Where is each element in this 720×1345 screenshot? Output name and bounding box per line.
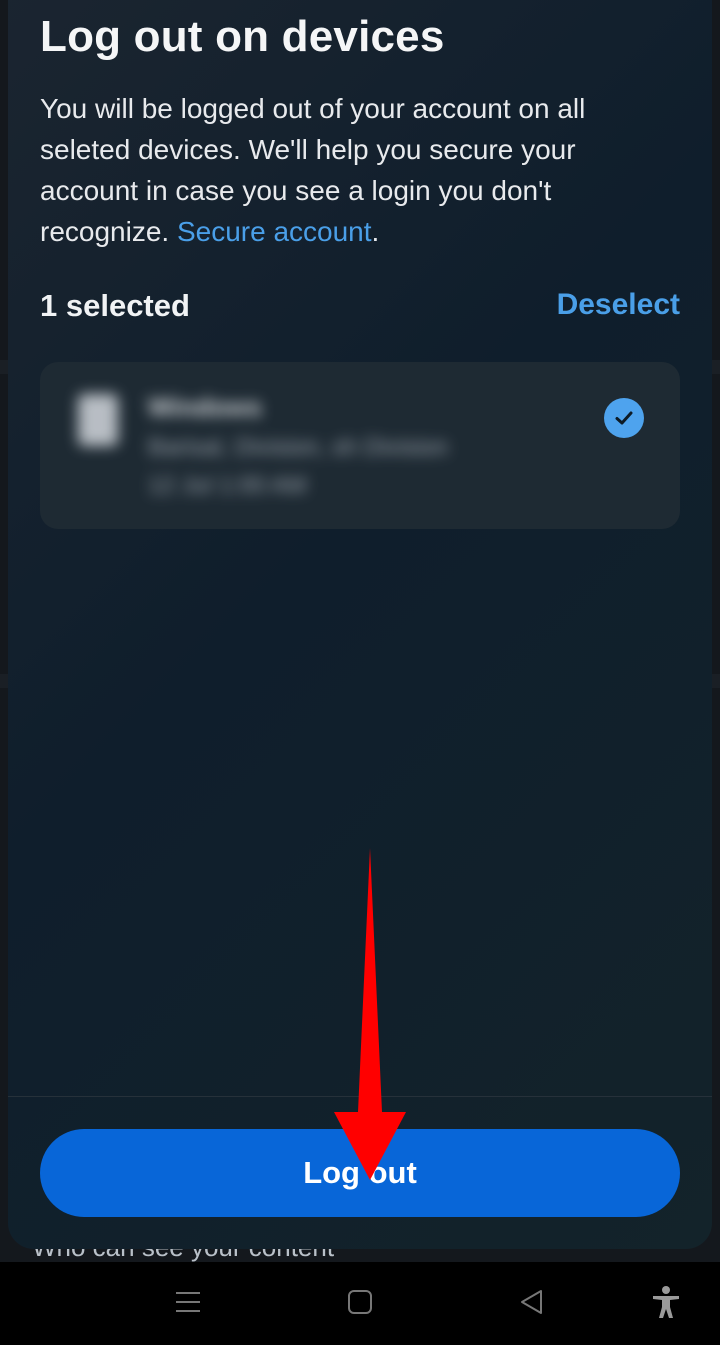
description-period: . [371, 216, 380, 247]
logout-button[interactable]: Log out [40, 1129, 680, 1217]
device-checkbox[interactable] [604, 398, 644, 438]
device-location: Barisal, Division, sh Division [148, 434, 449, 461]
device-name: Windows [148, 392, 262, 422]
screen: Who can see your content Log out on devi… [0, 0, 720, 1345]
secure-account-link[interactable]: Secure account [177, 216, 372, 247]
device-card[interactable]: Windows Barisal, Division, sh Division 1… [40, 362, 680, 529]
navigation-bar [0, 1262, 720, 1345]
checkmark-icon [615, 411, 633, 425]
back-icon[interactable] [507, 1282, 557, 1322]
sheet-description: You will be logged out of your account o… [40, 88, 680, 252]
accessibility-icon[interactable] [641, 1282, 691, 1322]
device-time: 12 Jul 1:00 AM [148, 472, 307, 499]
sheet-divider [8, 1096, 712, 1097]
menu-icon[interactable] [163, 1282, 213, 1322]
device-details-blurred: Windows Barisal, Division, sh Division 1… [76, 382, 576, 512]
sheet-title: Log out on devices [40, 12, 445, 61]
selected-count: 1 selected [40, 288, 190, 323]
home-icon[interactable] [335, 1282, 385, 1322]
device-icon [78, 394, 118, 446]
logout-devices-sheet: Log out on devices You will be logged ou… [8, 0, 712, 1249]
deselect-button[interactable]: Deselect [557, 288, 680, 322]
